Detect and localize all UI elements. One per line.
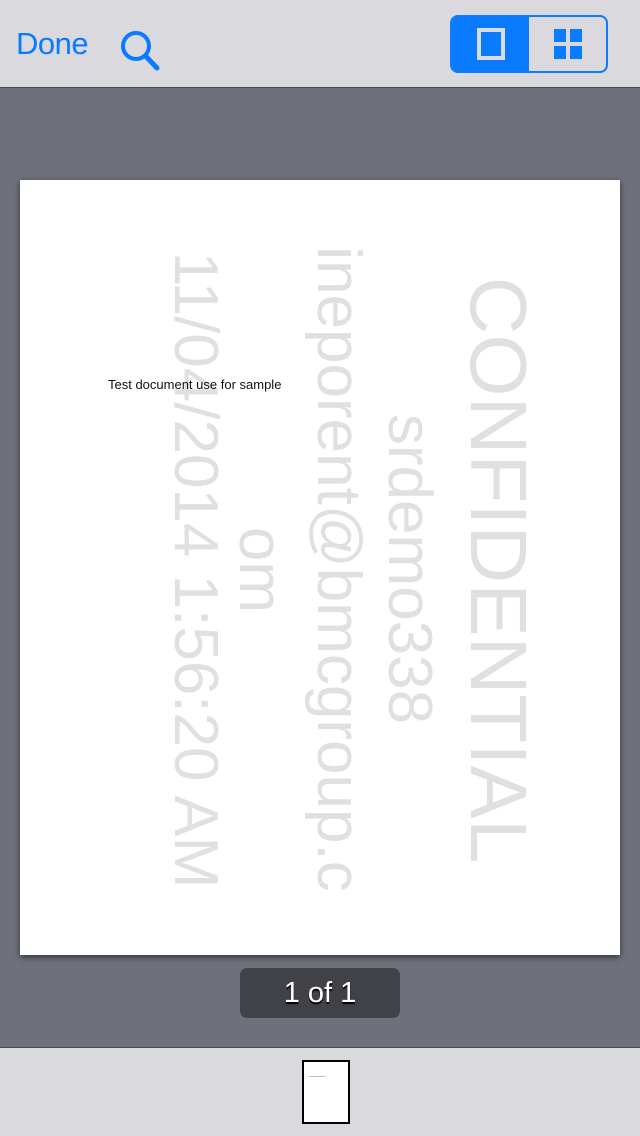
- thumbnail-bar: [0, 1047, 640, 1136]
- document-page[interactable]: CONFIDENTIAL srdemo338 ineporent@bmcgrou…: [20, 180, 620, 955]
- page-indicator: 1 of 1: [240, 968, 400, 1018]
- watermark-line: srdemo338: [375, 413, 444, 725]
- view-mode-segmented-control: [450, 15, 608, 73]
- top-toolbar: Done: [0, 0, 640, 88]
- search-icon: [121, 31, 160, 71]
- done-button[interactable]: Done: [16, 26, 89, 62]
- grid-view-button[interactable]: [529, 17, 606, 71]
- document-viewer[interactable]: CONFIDENTIAL srdemo338 ineporent@bmcgrou…: [0, 89, 640, 1047]
- watermark-line: CONFIDENTIAL: [454, 276, 543, 864]
- document-body-text: Test document use for sample: [108, 377, 282, 392]
- single-page-icon: [476, 28, 505, 60]
- search-button[interactable]: [117, 28, 163, 74]
- watermark-line: ineporent@bmcgroup.c: [304, 246, 373, 892]
- single-page-view-button[interactable]: [452, 17, 529, 71]
- watermark-line: om: [226, 526, 295, 614]
- page-thumbnail[interactable]: [302, 1060, 350, 1124]
- watermark-line: 11/04/2014 1:56:20 AM: [161, 251, 230, 889]
- thumbnail-text-line: [309, 1076, 325, 1077]
- grid-icon: [553, 29, 582, 59]
